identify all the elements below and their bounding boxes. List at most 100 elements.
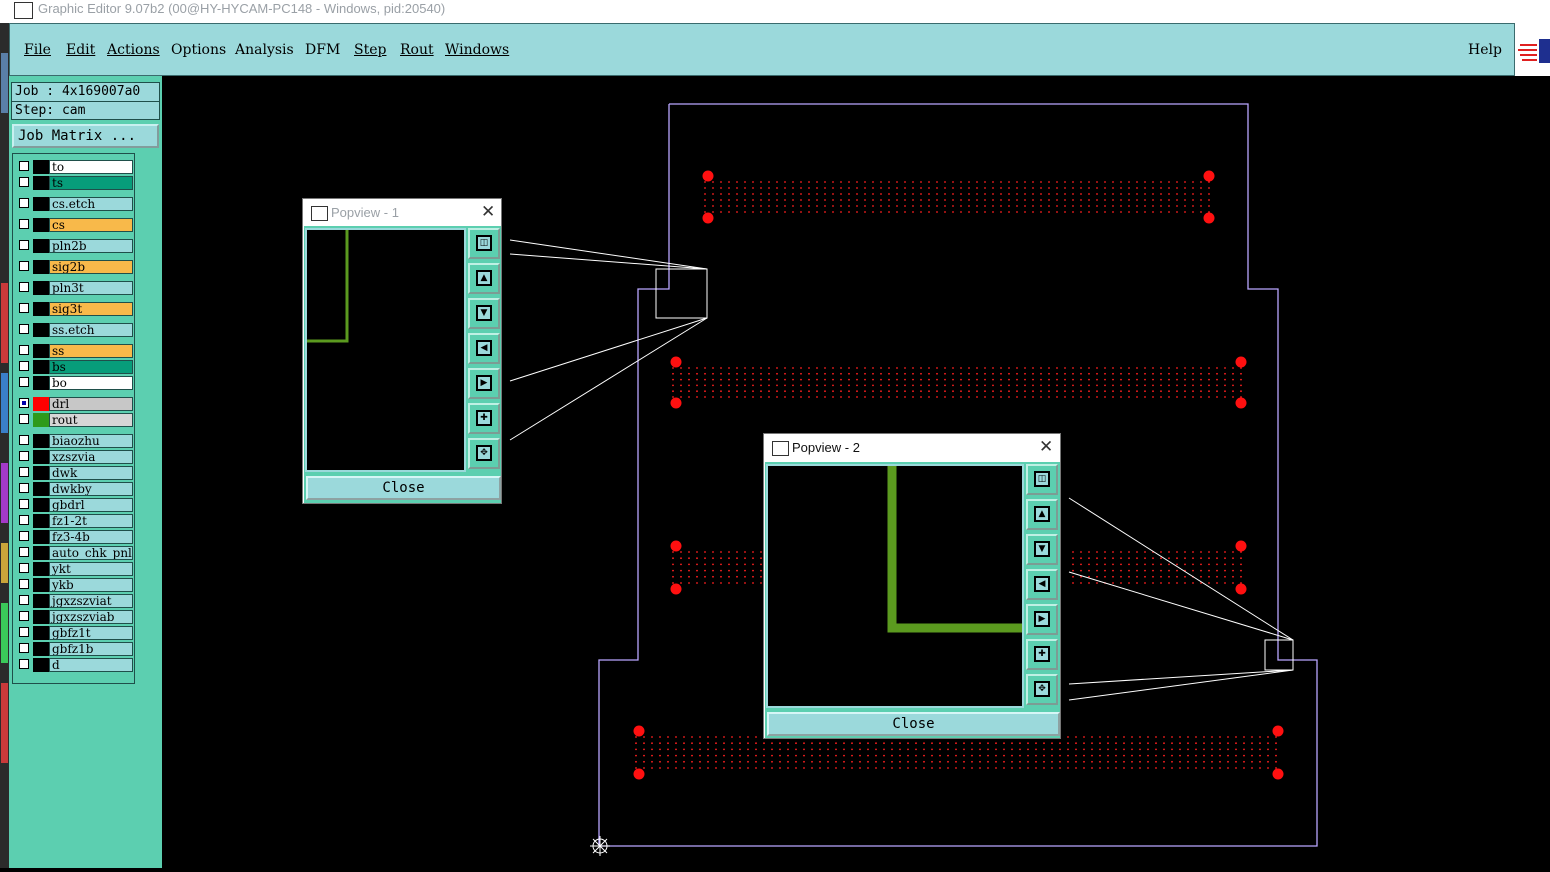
layer-name[interactable]: ykt xyxy=(49,562,133,576)
popview-1-zoom-out-button[interactable]: ✥ xyxy=(468,438,500,469)
menu-help[interactable]: Help xyxy=(1468,42,1502,58)
layer-color-swatch[interactable] xyxy=(33,658,49,672)
layer-checkbox[interactable] xyxy=(19,361,29,371)
popview-1-pan-down-button[interactable]: ▼ xyxy=(468,298,500,329)
layer-row-ykb[interactable]: ykb xyxy=(15,578,133,592)
popview-2-window[interactable]: Popview - 2 ✕ ◫ ▲ ▼ ◀ ▶ ✚ ✥ Close xyxy=(763,433,1061,739)
layer-name[interactable]: sig2b xyxy=(49,260,133,274)
menu-edit[interactable]: Edit xyxy=(66,42,95,58)
popview-1-pan-left-button[interactable]: ◀ xyxy=(468,333,500,364)
layer-row-gbfz1t[interactable]: gbfz1t xyxy=(15,626,133,640)
job-matrix-button[interactable]: Job Matrix ... xyxy=(12,124,159,148)
layer-row-sig2b[interactable]: sig2b xyxy=(15,260,133,274)
layer-row-bs[interactable]: bs xyxy=(15,360,133,374)
layer-color-swatch[interactable] xyxy=(33,562,49,576)
layer-color-swatch[interactable] xyxy=(33,578,49,592)
layer-row-fz1-2t[interactable]: fz1-2t xyxy=(15,514,133,528)
layer-name[interactable]: biaozhu xyxy=(49,434,133,448)
menu-windows[interactable]: Windows xyxy=(445,42,509,58)
layer-color-swatch[interactable] xyxy=(33,530,49,544)
layer-checkbox[interactable] xyxy=(19,414,29,424)
layer-name[interactable]: rout xyxy=(49,413,133,427)
layer-row-gbfz1b[interactable]: gbfz1b xyxy=(15,642,133,656)
layer-row-cs[interactable]: cs xyxy=(15,218,133,232)
layer-row-to[interactable]: to xyxy=(15,160,133,174)
layer-checkbox[interactable] xyxy=(19,611,29,621)
layer-color-swatch[interactable] xyxy=(33,594,49,608)
popview-1-zoom-in-button[interactable]: ✚ xyxy=(468,403,500,434)
layer-row-xzszvia[interactable]: xzszvia xyxy=(15,450,133,464)
layer-checkbox[interactable] xyxy=(19,240,29,250)
popview-2-close-button[interactable]: Close xyxy=(767,712,1060,736)
layer-name[interactable]: jgxzszviab xyxy=(49,610,133,624)
menu-actions[interactable]: Actions xyxy=(107,42,160,58)
window-titlebar[interactable]: Graphic Editor 9.07b2 (00@HY-HYCAM-PC148… xyxy=(0,0,1550,24)
layer-row-pln3t[interactable]: pln3t xyxy=(15,281,133,295)
layer-color-swatch[interactable] xyxy=(33,281,49,295)
layer-checkbox[interactable] xyxy=(19,451,29,461)
layer-checkbox[interactable] xyxy=(19,499,29,509)
layer-color-swatch[interactable] xyxy=(33,450,49,464)
popview-2-zoom-out-button[interactable]: ✥ xyxy=(1026,674,1058,705)
popview-2-zoom-home-button[interactable]: ◫ xyxy=(1026,464,1058,495)
layer-name[interactable]: auto_chk_pnl xyxy=(49,546,133,560)
layer-row-drl[interactable]: drl xyxy=(15,397,133,411)
popview-1-window[interactable]: Popview - 1 ✕ ◫ ▲ ▼ ◀ ▶ ✚ ✥ Close xyxy=(302,198,502,504)
layer-color-swatch[interactable] xyxy=(33,176,49,190)
layer-color-swatch[interactable] xyxy=(33,218,49,232)
layer-color-swatch[interactable] xyxy=(33,434,49,448)
layer-checkbox[interactable] xyxy=(19,282,29,292)
layer-row-jgxzszviab[interactable]: jgxzszviab xyxy=(15,610,133,624)
layer-row-cs.etch[interactable]: cs.etch xyxy=(15,197,133,211)
popview-1-close-icon[interactable]: ✕ xyxy=(481,202,495,222)
layer-checkbox[interactable] xyxy=(19,547,29,557)
layer-name[interactable]: sig3t xyxy=(49,302,133,316)
popview-2-close-icon[interactable]: ✕ xyxy=(1039,437,1053,457)
layer-checkbox[interactable] xyxy=(19,515,29,525)
layer-row-d[interactable]: d xyxy=(15,658,133,672)
layer-checkbox[interactable] xyxy=(19,345,29,355)
layer-name[interactable]: to xyxy=(49,160,133,174)
layer-checkbox[interactable] xyxy=(19,659,29,669)
layer-color-swatch[interactable] xyxy=(33,413,49,427)
layer-row-bo[interactable]: bo xyxy=(15,376,133,390)
layer-color-swatch[interactable] xyxy=(33,642,49,656)
layer-color-swatch[interactable] xyxy=(33,260,49,274)
layer-checkbox[interactable] xyxy=(19,377,29,387)
popview-2-pan-down-button[interactable]: ▼ xyxy=(1026,534,1058,565)
layer-row-ss.etch[interactable]: ss.etch xyxy=(15,323,133,337)
layer-row-ss[interactable]: ss xyxy=(15,344,133,358)
popview-2-pan-right-button[interactable]: ▶ xyxy=(1026,604,1058,635)
layer-checkbox[interactable] xyxy=(19,643,29,653)
popview-2-pan-up-button[interactable]: ▲ xyxy=(1026,499,1058,530)
layer-name[interactable]: pln3t xyxy=(49,281,133,295)
layer-color-swatch[interactable] xyxy=(33,302,49,316)
layer-color-swatch[interactable] xyxy=(33,397,49,411)
layer-checkbox[interactable] xyxy=(19,627,29,637)
layer-checkbox[interactable] xyxy=(19,563,29,573)
menu-analysis[interactable]: Analysis xyxy=(235,42,294,58)
layer-color-swatch[interactable] xyxy=(33,344,49,358)
menu-dfm[interactable]: DFM xyxy=(305,42,340,58)
layer-color-swatch[interactable] xyxy=(33,323,49,337)
layer-row-ykt[interactable]: ykt xyxy=(15,562,133,576)
layer-checkbox[interactable] xyxy=(19,261,29,271)
layer-name[interactable]: jgxzszviat xyxy=(49,594,133,608)
layer-name[interactable]: gbfz1b xyxy=(49,642,133,656)
layer-color-swatch[interactable] xyxy=(33,546,49,560)
layer-name[interactable]: fz1-2t xyxy=(49,514,133,528)
layer-name[interactable]: ykb xyxy=(49,578,133,592)
layer-row-sig3t[interactable]: sig3t xyxy=(15,302,133,316)
layer-color-swatch[interactable] xyxy=(33,160,49,174)
popview-2-zoom-in-button[interactable]: ✚ xyxy=(1026,639,1058,670)
layer-row-fz3-4b[interactable]: fz3-4b xyxy=(15,530,133,544)
layer-checkbox[interactable] xyxy=(19,198,29,208)
layer-color-swatch[interactable] xyxy=(33,360,49,374)
layer-color-swatch[interactable] xyxy=(33,239,49,253)
popview-1-close-button[interactable]: Close xyxy=(306,476,501,500)
layer-name[interactable]: ss xyxy=(49,344,133,358)
layer-name[interactable]: fz3-4b xyxy=(49,530,133,544)
layer-color-swatch[interactable] xyxy=(33,376,49,390)
layer-row-rout[interactable]: rout xyxy=(15,413,133,427)
layer-row-dwkby[interactable]: dwkby xyxy=(15,482,133,496)
